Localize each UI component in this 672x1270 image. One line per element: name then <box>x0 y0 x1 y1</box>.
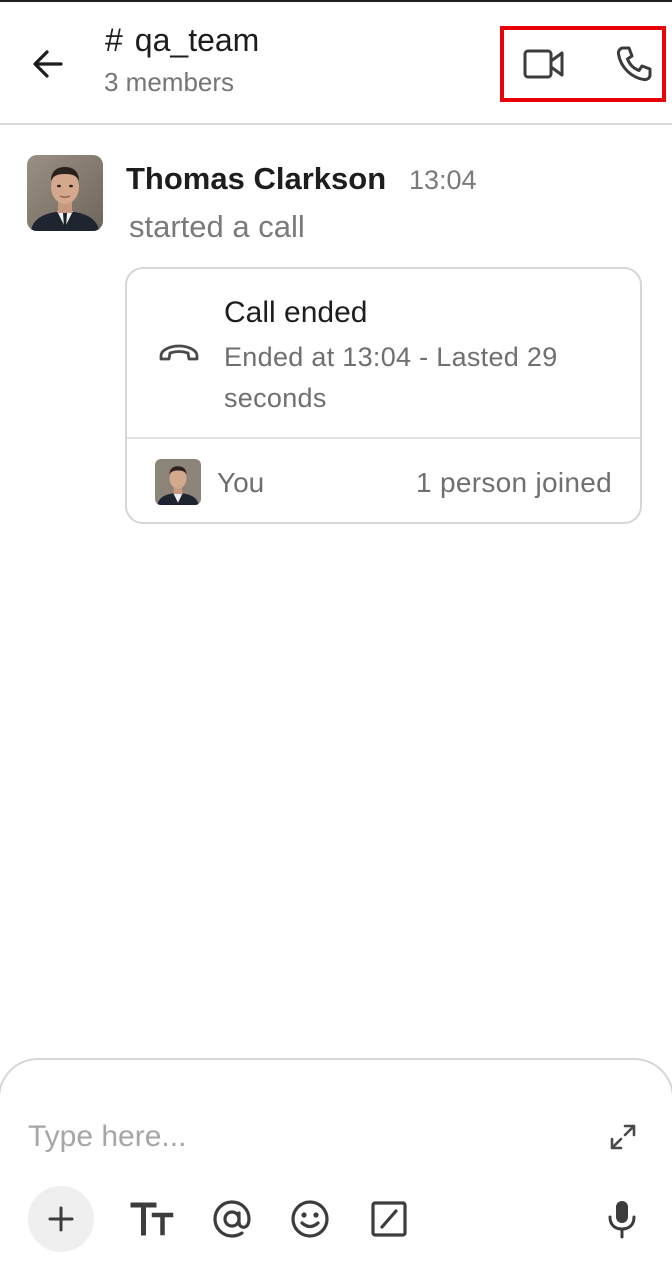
video-camera-icon <box>523 49 564 79</box>
message-input[interactable] <box>28 1117 568 1157</box>
call-actions-highlight <box>500 26 666 102</box>
at-mention-icon <box>213 1200 251 1238</box>
video-call-button[interactable] <box>520 40 568 88</box>
message-composer <box>0 1058 672 1270</box>
microphone-icon <box>608 1201 636 1239</box>
back-arrow-icon <box>33 50 63 78</box>
avatar-photo-icon <box>27 155 103 231</box>
participant-label: You <box>217 467 265 498</box>
channel-title[interactable]: # qa_team <box>105 22 259 59</box>
member-count[interactable]: 3 members <box>104 67 234 98</box>
slash-command-button[interactable] <box>363 1193 415 1245</box>
card-divider <box>127 437 640 439</box>
joined-count: 1 person joined <box>416 467 612 498</box>
voice-call-button[interactable] <box>610 40 658 88</box>
avatar[interactable] <box>27 155 103 231</box>
message-time: 13:04 <box>409 165 477 195</box>
hash-icon: # <box>105 22 123 58</box>
call-status-title: Call ended <box>224 296 368 329</box>
message-text: started a call <box>129 209 305 244</box>
text-format-button[interactable] <box>126 1193 178 1245</box>
add-attachment-button[interactable] <box>28 1186 94 1252</box>
avatar-photo-icon <box>155 459 201 505</box>
voice-message-button[interactable] <box>596 1193 648 1245</box>
slash-command-icon <box>371 1201 407 1237</box>
expand-icon <box>610 1124 636 1150</box>
mention-button[interactable] <box>206 1193 258 1245</box>
sender-name[interactable]: Thomas Clarkson <box>126 161 386 197</box>
text-format-icon <box>130 1202 174 1236</box>
channel-name: qa_team <box>134 22 260 58</box>
hang-up-icon <box>159 344 199 361</box>
expand-button[interactable] <box>604 1118 642 1156</box>
call-duration-detail: Ended at 13:04 - Lasted 29 seconds <box>224 342 558 413</box>
chat-screen: # qa_team 3 members Thomas Clarkson 13:0… <box>0 0 672 1270</box>
call-summary-card[interactable]: Call ended Ended at 13:04 - Lasted 29 se… <box>125 267 642 524</box>
phone-icon <box>616 46 652 82</box>
back-button[interactable] <box>22 38 74 90</box>
plus-icon <box>48 1206 74 1232</box>
channel-header: # qa_team 3 members <box>0 2 672 125</box>
participant-avatar <box>155 459 201 505</box>
emoji-icon <box>291 1200 329 1238</box>
emoji-button[interactable] <box>284 1193 336 1245</box>
